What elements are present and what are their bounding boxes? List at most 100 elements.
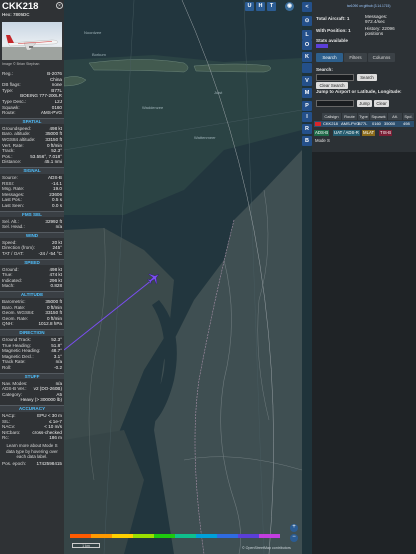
zoom-in-button[interactable]: + [290, 524, 298, 532]
tab-columns[interactable]: Columns [368, 53, 395, 62]
zoom-out-button[interactable]: − [290, 534, 298, 542]
col-type[interactable]: Type [358, 113, 369, 120]
strip-button-1[interactable]: ⊙ [302, 16, 312, 26]
section-fms[interactable]: FMS SEL [0, 210, 64, 218]
strip-button-5[interactable] [302, 63, 312, 73]
altitude-scale-segment [154, 534, 175, 538]
aircraft-photo[interactable] [2, 22, 62, 60]
strip-button-8[interactable]: P [302, 101, 312, 111]
clear-search-button[interactable]: Clear Search [316, 82, 348, 89]
detail-value: AMS-PVG [40, 110, 62, 116]
section-signal[interactable]: SIGNAL [0, 167, 64, 174]
stuff-value: v2 (DO-260B) [33, 386, 62, 392]
waddenzee-label: Waddenzee [142, 105, 164, 110]
altitude-value: 35000 ft [45, 299, 62, 304]
col-spd[interactable]: Spd. [403, 113, 414, 120]
strip-button-7[interactable]: M [302, 88, 312, 98]
map-copyright[interactable]: © OpenStreetMap contributors [242, 546, 291, 550]
tab-search[interactable]: Search [316, 53, 343, 62]
direction-label: Track Rate: [2, 359, 26, 365]
detail-row: Route: AMS-PVG [2, 110, 62, 116]
map-view[interactable]: Borkum Juist Waddenzee Noordzee Wattenme… [64, 0, 302, 554]
stats-badge[interactable] [316, 44, 328, 48]
section-speed[interactable]: SPEED [0, 258, 64, 266]
position-epoch-label: Pos. epoch: [2, 461, 27, 466]
row-route: AMS-PVG [341, 121, 360, 126]
section-wind[interactable]: WIND [0, 231, 64, 239]
altitude-label: Geom. WGS84: [2, 310, 35, 316]
version-link[interactable]: tar1090 on github (3.14.1715) [347, 4, 390, 8]
altitude-scale-segment [70, 534, 91, 538]
jump-button[interactable]: Jump [357, 100, 372, 107]
detail-value: B77L [51, 87, 62, 93]
col-route[interactable]: Route [342, 113, 357, 120]
legend-mlat: MLAT [362, 130, 376, 136]
section-spatial[interactable]: SPATIAL [0, 117, 64, 125]
altitude-scale-segment [196, 534, 217, 538]
island-label-b: Juist [214, 90, 223, 95]
search-input[interactable] [316, 74, 354, 81]
close-icon[interactable]: × [56, 2, 63, 9]
strip-button-3[interactable]: O [302, 40, 312, 50]
sea-label: Noordzee [84, 30, 102, 35]
col-squawk[interactable]: Squawk [370, 113, 387, 120]
selected-hex: Hex: 7805DC [2, 12, 30, 17]
direction-label: Roll: [2, 365, 12, 370]
stuff-label: Nav. Modes: [2, 380, 28, 386]
strip-button-11[interactable]: B [302, 136, 312, 146]
table-row[interactable]: CKK218 AMS-PVG B77L 0160 35000 498 [314, 121, 414, 127]
speed-label: Mach: [2, 283, 15, 289]
altitude-value: 1012.8 hPa [38, 321, 62, 327]
strip-button-10[interactable]: R [302, 124, 312, 134]
section-altitude[interactable]: ALTITUDE [0, 291, 64, 298]
direction-value: 52.3° [51, 337, 62, 342]
layers-icon[interactable]: ◉ [285, 2, 294, 11]
strip-button-4[interactable]: K [302, 52, 312, 62]
spatial-label: Vert. Rate: [2, 142, 24, 148]
section-accuracy[interactable]: ACCURACY [0, 405, 64, 412]
signal-value: 0.0 s [52, 203, 62, 208]
learn-more-text: Learn more about Mode S data type by hov… [6, 443, 58, 460]
search-label: Search: [316, 67, 333, 72]
detail-value: 0160 [51, 104, 62, 110]
history-count: History: 22096 positions [365, 26, 395, 36]
map-button-u[interactable]: U [245, 2, 254, 11]
strip-button-0[interactable]: < [302, 2, 312, 12]
row-type: B77L [358, 121, 368, 126]
map-button-t[interactable]: T [267, 2, 276, 11]
wind-label: Speed: [2, 239, 17, 245]
jump-label: Jump to Airport or Latitude, Longitude: [316, 89, 402, 94]
strip-button-2[interactable]: L [302, 30, 312, 40]
search-button[interactable]: Search [357, 74, 377, 81]
altitude-value: 33150 ft [45, 310, 62, 316]
altitude-label: Geom. Rate: [2, 315, 29, 321]
fms-value: n/a [55, 224, 62, 230]
detail-value: B-2076 [47, 71, 62, 76]
speed-value: 296 kt [49, 277, 62, 283]
tab-filters[interactable]: Filters [344, 53, 367, 62]
section-stuff[interactable]: STUFF [0, 372, 64, 380]
accuracy-value: EPU < 30 m [37, 413, 62, 418]
fms-value: 32992 ft [45, 218, 62, 224]
col-alt[interactable]: Alt. [388, 113, 402, 120]
spatial-value: 53.556°, 7.018° [30, 153, 62, 159]
clear-button[interactable]: Clear [374, 100, 389, 107]
signal-label: Last Pos.: [2, 197, 23, 203]
jump-input[interactable] [316, 100, 354, 107]
legend-uat: UAT / ADS-R [333, 130, 360, 136]
direction-value: 51.8° [51, 342, 62, 348]
spatial-value: 45.1 nmi [44, 159, 62, 165]
altitude-scale-segment [259, 534, 280, 538]
section-direction[interactable]: DIRECTION [0, 329, 64, 336]
altitude-row: QNH: 1012.8 hPa [2, 321, 62, 327]
spatial-label: WGS84 altitude: [2, 137, 36, 142]
col-callsign[interactable]: Callsign [322, 113, 341, 120]
map-button-h[interactable]: H [256, 2, 265, 11]
stats-available[interactable]: Stats available [316, 38, 348, 43]
strip-button-6[interactable]: V [302, 76, 312, 86]
map-canvas[interactable] [64, 0, 302, 554]
detail-label: Squawk: [2, 104, 20, 110]
total-aircraft: Total Aircraft: 1 [316, 16, 350, 21]
strip-button-9[interactable]: I [302, 112, 312, 122]
spatial-label: Pos.: [2, 153, 13, 159]
